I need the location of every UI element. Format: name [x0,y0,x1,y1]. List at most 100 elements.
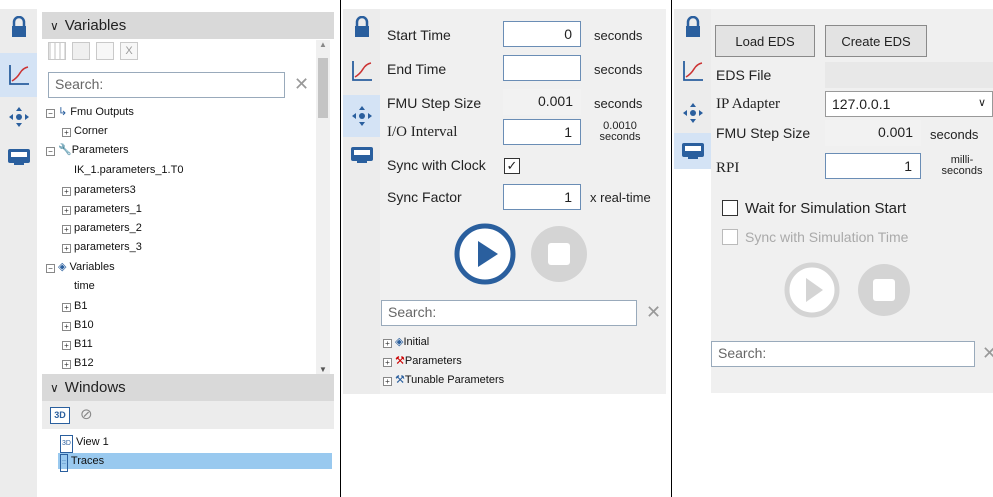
sync-factor-input[interactable]: 1 [503,184,581,210]
rpi-input[interactable]: 1 [825,153,921,179]
lock-tab[interactable] [0,9,37,45]
expand-toggle[interactable]: + [62,244,71,253]
play-button[interactable] [453,222,517,286]
hide-eye-icon[interactable]: ⊘ [80,405,93,423]
network-tab[interactable] [0,99,37,135]
diamond-icon: ◈ [58,261,67,273]
chart-tab[interactable] [343,53,380,89]
tree-row[interactable]: + B12 [62,355,94,371]
end-time-unit: seconds [594,62,643,77]
rpi-label: RPI [716,160,740,176]
tree-row[interactable]: IK_1.parameters_1.T0 [74,162,183,178]
delete-icon[interactable]: X [120,42,138,60]
expand-toggle[interactable]: + [62,322,71,331]
tree-row[interactable]: + parameters_3 [62,239,142,255]
expand-toggle[interactable]: + [62,360,71,369]
tree-row[interactable]: + parameters3 [62,182,136,198]
expand-toggle[interactable]: + [383,358,392,367]
fmu-outputs-icon: ↳ [58,106,68,118]
load-eds-button[interactable]: Load EDS [715,25,815,57]
side-rail [343,9,380,394]
chevron-down-icon: ∨ [977,97,986,109]
tree-row[interactable]: − ↳ Fmu Outputs [46,104,134,120]
grid-icon[interactable] [48,42,66,60]
variables-header[interactable]: ∨ Variables [42,12,334,39]
tree-row[interactable]: + B1 [62,298,87,314]
variables-header-label: Variables [64,17,127,34]
collapse-toggle[interactable]: − [46,147,55,156]
expand-toggle[interactable]: + [62,128,71,137]
tree-row[interactable]: + parameters_2 [62,220,142,236]
tree-row[interactable]: + parameters_1 [62,201,142,217]
variables-toolbar: X [48,42,158,64]
window-row[interactable]: 3D View 1 [60,434,109,453]
ip-adapter-label: IP Adapter [716,96,781,112]
tree-row[interactable]: time [74,278,95,294]
eds-step-size-label: FMU Step Size [716,125,811,141]
tree-row[interactable]: + ◈Initial [383,334,429,350]
tree-row[interactable]: + B10 [62,317,94,333]
tree-row[interactable]: + ⚒Parameters [383,353,462,369]
scroll-thumb[interactable] [318,58,328,118]
tree-row[interactable]: − ◈ Variables [46,259,115,275]
parameters-search-input[interactable]: Search: [381,300,637,326]
screenshot-root: ∨ Variables X Search: ✕ − ↳ Fmu Outputs +… [0,0,993,497]
expand-toggle[interactable]: + [383,339,392,348]
end-time-input[interactable] [503,55,581,81]
add-icon[interactable] [96,42,114,60]
windows-header[interactable]: ∨ Windows [42,374,334,401]
variables-scrollbar[interactable]: ▲ ▼ [316,40,330,374]
clear-search-icon[interactable]: ✕ [646,302,661,323]
collapse-toggle[interactable]: − [46,264,55,273]
scroll-up-icon[interactable]: ▲ [319,40,327,49]
io-interval-input[interactable]: 1 [503,119,581,145]
variables-search-input[interactable]: Search: [48,72,285,98]
tree-row[interactable]: + ⚒Tunable Parameters [383,372,504,388]
rpi-unit: milli- seconds [928,155,993,177]
chart-tab[interactable] [674,53,711,89]
network-tab[interactable] [674,95,711,131]
tree-label: parameters_2 [74,222,142,234]
chart-tab[interactable] [0,53,37,97]
monitor-tab[interactable] [343,137,380,173]
create-eds-button[interactable]: Create EDS [825,25,927,57]
window-label: Traces [70,455,105,467]
fmu-step-size-value: 0.001 [503,89,581,115]
collapse-toggle[interactable]: − [46,109,55,118]
windows-toolbar: 3D ⊘ [42,401,334,429]
stop-button-disabled [858,264,910,316]
expand-toggle[interactable]: + [62,206,71,215]
monitor-tab[interactable] [0,139,37,175]
expand-toggle[interactable]: + [62,225,71,234]
tree-row[interactable]: − 🔧Parameters [46,142,129,158]
stop-button[interactable] [527,222,591,286]
clear-search-icon[interactable]: ✕ [982,343,993,364]
ip-adapter-select[interactable]: 127.0.0.1 ∨ [825,91,993,117]
tree-label: Corner [74,125,108,137]
lock-tab[interactable] [674,9,711,45]
start-time-input[interactable]: 0 [503,21,581,47]
fmu-step-size-unit: seconds [594,96,643,111]
sort-icon[interactable] [72,42,90,60]
expand-toggle[interactable]: + [62,187,71,196]
sync-clock-checkbox[interactable]: ✓ [504,158,520,174]
play-button-disabled [784,262,840,318]
side-rail [0,9,37,497]
3d-view-button[interactable]: 3D [50,407,70,424]
tree-label: parameters_1 [74,203,142,215]
scroll-down-icon[interactable]: ▼ [319,365,327,374]
lock-tab[interactable] [343,9,380,45]
window-row-selected[interactable]: :: Traces [58,453,332,472]
tree-row[interactable]: + B11 [62,336,93,352]
network-tab[interactable] [343,95,380,137]
clear-search-icon[interactable]: ✕ [294,74,309,95]
expand-toggle[interactable]: + [62,341,71,350]
lock-icon [685,16,700,37]
expand-toggle[interactable]: + [383,377,392,386]
tree-row[interactable]: + Corner [62,123,108,139]
monitor-tab[interactable] [674,133,711,169]
wait-sim-start-checkbox[interactable] [722,200,738,216]
network-icon [8,107,29,127]
eds-search-input[interactable]: Search: [711,341,975,367]
expand-toggle[interactable]: + [62,303,71,312]
